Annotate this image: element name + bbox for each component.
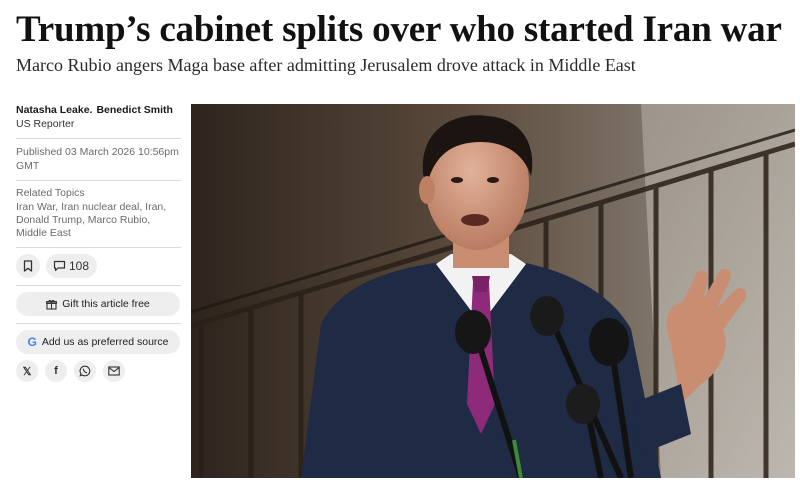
gift-icon [46, 299, 58, 310]
bookmark-icon [23, 260, 33, 272]
author-link[interactable]: Benedict Smith [96, 104, 172, 116]
article-standfirst: Marco Rubio angers Maga base after admit… [16, 55, 636, 75]
email-icon [108, 366, 120, 376]
share-facebook-button[interactable]: f [45, 360, 67, 382]
published-date: Published 03 March 2026 10:56pm GMT [16, 146, 179, 172]
preferred-source-label: Add us as preferred source [41, 336, 169, 348]
divider [16, 138, 181, 139]
hero-photo-illustration [191, 104, 795, 478]
preferred-source-button[interactable]: G Add us as preferred source [16, 330, 180, 354]
share-buttons: 𝕏 f [16, 360, 181, 382]
share-email-button[interactable] [103, 360, 125, 382]
gift-article-label: Gift this article free [62, 298, 150, 310]
x-icon: 𝕏 [22, 365, 32, 378]
article-headline: Trump’s cabinet splits over who started … [16, 9, 782, 50]
divider [16, 180, 181, 181]
google-icon: G [27, 335, 37, 349]
author-role: US Reporter [16, 118, 75, 130]
bookmark-button[interactable] [16, 254, 40, 278]
divider [16, 323, 181, 324]
article-actions: 108 [16, 254, 181, 278]
comments-button[interactable]: 108 [46, 254, 98, 278]
related-topics-list[interactable]: Iran War, Iran nuclear deal, Iran, Donal… [16, 201, 181, 240]
divider [16, 285, 181, 286]
comments-count: 108 [69, 259, 90, 273]
divider [16, 247, 181, 248]
comment-icon [53, 260, 66, 272]
article-hero-image [191, 104, 795, 478]
share-whatsapp-button[interactable] [74, 360, 96, 382]
article-sidebar: Natasha Leake. Benedict Smith US Reporter… [16, 104, 181, 382]
author-link[interactable]: Natasha Leake. [16, 104, 92, 116]
facebook-icon: f [54, 365, 58, 377]
whatsapp-icon [79, 365, 91, 377]
gift-article-button[interactable]: Gift this article free [16, 292, 180, 316]
related-topics-title: Related Topics [16, 187, 85, 199]
share-x-button[interactable]: 𝕏 [16, 360, 38, 382]
author-list: Natasha Leake. Benedict Smith [16, 104, 181, 117]
